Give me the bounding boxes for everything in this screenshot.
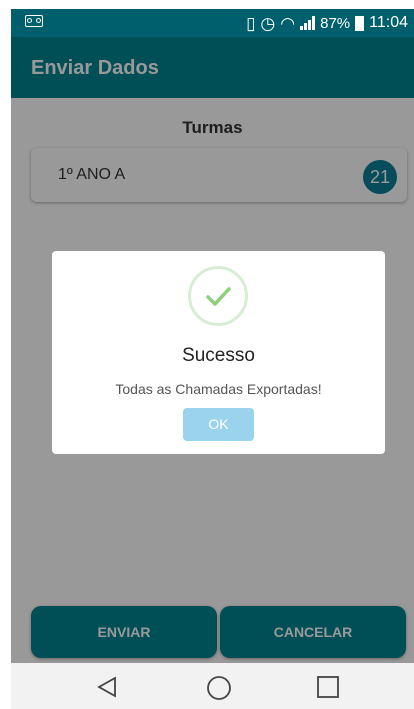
signal-icon — [300, 16, 316, 30]
alarm-icon: ◷ — [260, 13, 276, 33]
phone-screen: ▯ ◷ ◠ 87% 11:04 Enviar Dados Turmas 1º A… — [11, 9, 414, 709]
success-dialog: Sucesso Todas as Chamadas Exportadas! OK — [52, 251, 385, 454]
wifi-icon: ◠ — [280, 13, 296, 33]
home-icon[interactable] — [206, 675, 232, 701]
dialog-title: Sucesso — [182, 345, 255, 366]
back-icon[interactable] — [95, 675, 119, 699]
success-check-icon — [188, 266, 248, 326]
recents-icon[interactable] — [316, 675, 340, 699]
dialog-message: Todas as Chamadas Exportadas! — [115, 381, 322, 397]
status-icons: ▯ ◷ ◠ 87% 11:04 — [246, 12, 408, 34]
clock: 11:04 — [369, 14, 408, 31]
battery-icon — [355, 15, 365, 31]
ok-button[interactable]: OK — [183, 408, 254, 441]
voicemail-icon — [25, 15, 43, 27]
battery-percent: 87% — [320, 14, 351, 32]
navigation-bar — [11, 663, 414, 709]
screen-mirror-icon: ▯ — [246, 13, 256, 33]
status-bar: ▯ ◷ ◠ 87% 11:04 — [11, 9, 414, 37]
